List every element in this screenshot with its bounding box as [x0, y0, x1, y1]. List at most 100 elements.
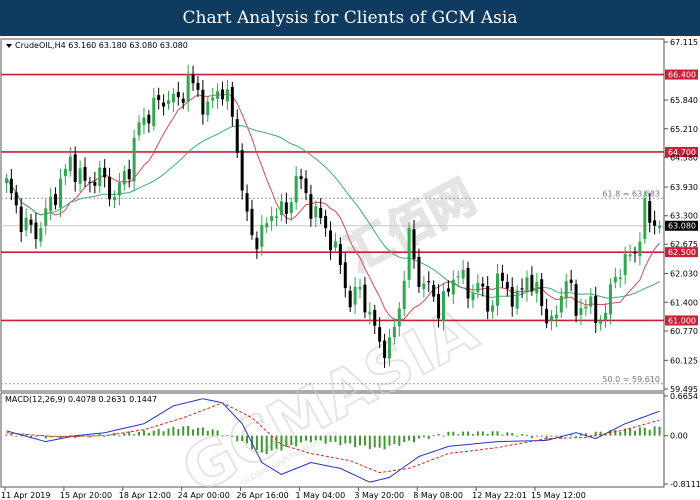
- macd-hist-bar: [457, 434, 460, 436]
- candle-bear: [530, 274, 534, 291]
- candle-bear: [329, 230, 333, 251]
- y-tick-label: 61.400: [670, 298, 698, 307]
- macd-hist-bar: [147, 432, 150, 436]
- macd-hist-bar: [152, 430, 155, 436]
- macd-hist-bar: [319, 435, 322, 441]
- candle-bear: [19, 206, 23, 232]
- candle-bear: [574, 284, 578, 316]
- x-tick-label: 11 Apr 2019: [1, 491, 50, 500]
- candle-bull: [171, 93, 175, 103]
- candle-bear: [319, 208, 323, 219]
- candle-bull: [211, 97, 215, 101]
- macd-hist-bar: [575, 435, 578, 437]
- y-tick-label: 60.125: [670, 356, 698, 365]
- macd-hist-bar: [314, 435, 317, 441]
- candle-bear: [83, 166, 87, 181]
- macd-hist-bar: [408, 435, 411, 441]
- candle-bear: [309, 194, 313, 219]
- candle-bear: [103, 167, 107, 178]
- candle-bear: [284, 202, 288, 214]
- x-tick-label: 8 May 08:00: [413, 491, 463, 500]
- y-tick-label: 63.300: [670, 212, 698, 221]
- candle-bear: [417, 256, 421, 287]
- candle-bear: [93, 181, 97, 186]
- candle-bull: [623, 253, 627, 275]
- candle-bull: [461, 269, 465, 279]
- macd-hist-bar: [476, 431, 479, 436]
- fib-label: 50.0 = 59.610: [602, 375, 660, 384]
- macd-hist-bar: [329, 435, 332, 442]
- macd-hist-bar: [417, 435, 420, 439]
- candle-bull: [658, 225, 662, 228]
- candle-bull: [279, 201, 283, 215]
- candle-bear: [230, 87, 234, 117]
- macd-hist-bar: [300, 435, 303, 443]
- candle-bull: [270, 216, 274, 222]
- macd-hist-bar: [231, 435, 234, 437]
- candle-bull: [39, 228, 43, 242]
- candle-bear: [304, 178, 308, 194]
- macd-hist-bar: [359, 435, 362, 446]
- candle-bear: [157, 95, 161, 101]
- macd-label: MACD(12,26,9): [5, 395, 66, 404]
- macd-hist-bar: [265, 435, 268, 455]
- macd-hist-bar: [182, 426, 185, 436]
- macd-hist-bar: [378, 435, 381, 448]
- macd-hist-bar: [462, 431, 465, 436]
- candle-bear: [505, 282, 509, 289]
- y-tick-label: 67.115: [670, 38, 698, 47]
- macd-hist-bar: [506, 432, 509, 436]
- candle-bull: [4, 178, 8, 183]
- candle-bear: [594, 296, 598, 323]
- macd-hist-bar: [368, 435, 371, 450]
- candle-bear: [29, 219, 33, 225]
- candle-bull: [604, 312, 608, 320]
- macd-hist-bar: [5, 434, 8, 436]
- candle-bull: [402, 280, 406, 310]
- macd-hist-bar: [629, 428, 632, 436]
- macd-hist-bar: [452, 431, 455, 436]
- macd-tick-label: 0.6654: [670, 392, 698, 401]
- macd-hist-bar: [570, 434, 573, 436]
- candle-bull: [618, 277, 622, 280]
- candle-bull: [589, 296, 593, 307]
- candle-bear: [378, 327, 382, 342]
- macd-hist-bar: [216, 430, 219, 436]
- macd-hist-bar: [648, 429, 651, 436]
- candle-bear: [466, 267, 470, 299]
- macd-hist-bar: [437, 433, 440, 436]
- candle-bear: [427, 281, 431, 283]
- candle-bear: [363, 284, 367, 313]
- macd-hist-bar: [54, 435, 57, 437]
- macd-hist-bar: [496, 431, 499, 436]
- candle-bull: [186, 73, 190, 102]
- candle-bull: [471, 293, 475, 301]
- candle-bull: [24, 217, 28, 231]
- candle-bear: [88, 181, 92, 183]
- macd-hist-bar: [540, 435, 543, 437]
- level-tag-label: 62.500: [668, 248, 696, 257]
- candle-bull: [579, 308, 583, 315]
- candle-bull: [294, 175, 298, 203]
- macd-hist-bar: [442, 435, 445, 437]
- candle-bear: [127, 169, 131, 180]
- macd-hist-bar: [550, 435, 553, 437]
- macd-hist-bar: [64, 435, 67, 437]
- macd-hist-bar: [555, 435, 558, 437]
- y-tick-label: 65.210: [670, 125, 698, 134]
- macd-hist-bar: [304, 435, 307, 441]
- candle-bear: [196, 82, 200, 90]
- macd-hist-bar: [241, 435, 244, 442]
- x-tick-label: 3 May 20:00: [354, 491, 404, 500]
- macd-hist-bar: [354, 435, 357, 448]
- candle-bull: [260, 225, 264, 247]
- macd-hist-bar: [172, 426, 175, 436]
- macd-hist-bar: [432, 435, 435, 437]
- candle-bear: [545, 308, 549, 324]
- candle-bear: [520, 288, 524, 290]
- macd-hist-bar: [422, 435, 425, 438]
- candle-bull: [167, 100, 170, 105]
- x-tick-label: 26 Apr 16:00: [237, 491, 289, 500]
- macd-hist-bar: [413, 435, 416, 443]
- candle-bear: [446, 288, 450, 292]
